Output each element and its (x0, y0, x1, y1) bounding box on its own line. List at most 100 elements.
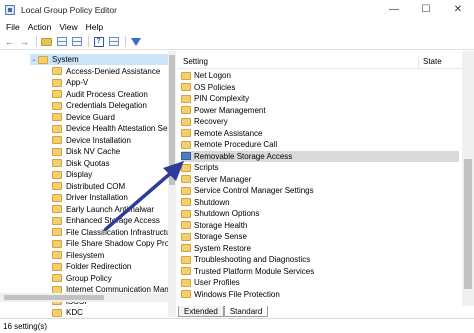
menu-file[interactable]: File (4, 22, 26, 32)
list-item[interactable]: Server Manager (181, 174, 459, 185)
back-arrow-icon[interactable]: ← (3, 35, 16, 48)
list-item[interactable]: Storage Sense (181, 231, 459, 242)
list-item[interactable]: Power Management (181, 105, 459, 116)
menu-view[interactable]: View (57, 22, 83, 32)
list-item[interactable]: Recovery (181, 116, 459, 127)
list-item[interactable]: Remote Assistance (181, 128, 459, 139)
list-vertical-scrollbar[interactable] (462, 51, 474, 306)
list-item-label: Scripts (194, 163, 219, 172)
tree-item[interactable]: Access-Denied Assistance (52, 66, 160, 77)
tree-horizontal-scrollbar[interactable] (0, 293, 168, 302)
tree-item-label: System (52, 55, 79, 64)
view-tabs: Extended Standard (178, 306, 269, 317)
list-item[interactable]: Scripts (181, 162, 459, 173)
folder-icon (52, 182, 62, 190)
tree-item[interactable]: File Classification Infrastructur (52, 227, 173, 238)
scrollbar-thumb[interactable] (4, 295, 104, 300)
tab-standard[interactable]: Standard (223, 306, 269, 317)
list-item[interactable]: Windows File Protection (181, 289, 459, 300)
folder-icon (52, 262, 62, 271)
list-item[interactable]: Shutdown (181, 197, 459, 208)
folder-icon (181, 129, 191, 137)
tree-item[interactable]: App-V (52, 77, 88, 88)
filter-button[interactable] (129, 35, 142, 48)
tab-extended[interactable]: Extended (178, 306, 224, 317)
folder-icon (181, 255, 191, 264)
folder-icon (52, 67, 62, 75)
policy-setting-icon (181, 152, 191, 160)
properties-button[interactable] (107, 35, 120, 48)
status-bar: 16 setting(s) (0, 318, 474, 333)
tree-item[interactable]: Driver Installation (52, 192, 128, 203)
list-item-label: Storage Health (194, 220, 248, 230)
tree-item[interactable]: Credentials Delegation (52, 100, 147, 111)
list-item-label: Windows File Protection (194, 289, 280, 299)
list-item[interactable]: PIN Complexity (181, 93, 459, 104)
list-item[interactable]: Troubleshooting and Diagnostics (181, 254, 459, 265)
tree-item[interactable]: Audit Process Creation (52, 89, 148, 100)
up-folder-button[interactable] (40, 35, 53, 48)
menu-help[interactable]: Help (84, 22, 109, 32)
list-item[interactable]: Service Control Manager Settings (181, 185, 459, 196)
help-button[interactable]: ? (92, 35, 105, 48)
tree-item[interactable]: Group Policy (52, 273, 112, 284)
tree-item[interactable]: Filesystem (52, 250, 104, 261)
tree-item[interactable]: KDC (52, 307, 83, 317)
list-item-label: Recovery (194, 117, 228, 126)
list-item-selected[interactable]: Removable Storage Access (181, 150, 459, 162)
list-item-label: Remote Assistance (194, 128, 263, 138)
list-item[interactable]: System Restore (181, 243, 459, 254)
column-header-state[interactable]: State (419, 57, 442, 66)
list-item[interactable]: Remote Procedure Call (181, 139, 459, 150)
list-item-label: Net Logon (194, 71, 231, 80)
list-item[interactable]: OS Policies (181, 82, 459, 93)
forward-arrow-icon[interactable]: → (18, 35, 31, 48)
settings-list: Setting State Net Logon OS Policies PIN … (178, 51, 474, 306)
tree-item[interactable]: Enhanced Storage Access (52, 215, 160, 226)
maximize-button[interactable]: ☐ (410, 0, 442, 19)
list-item-label: Server Manager (194, 174, 252, 184)
menu-action[interactable]: Action (26, 22, 58, 32)
chevron-down-icon[interactable]: ⌄ (30, 56, 38, 63)
folder-icon (181, 117, 191, 126)
tree-item[interactable]: Disk NV Cache (52, 146, 120, 157)
tree-item[interactable]: Device Guard (52, 112, 115, 123)
tree-item[interactable]: Folder Redirection (52, 261, 131, 272)
minimize-button[interactable]: — (378, 0, 410, 19)
list-item[interactable]: Storage Health (181, 220, 459, 231)
tree-vertical-scrollbar[interactable] (168, 51, 176, 317)
tree-item[interactable]: Device Health Attestation Servi (52, 123, 175, 134)
close-button[interactable]: ✕ (442, 0, 474, 19)
tree-item[interactable]: Display (52, 169, 92, 180)
list-item[interactable]: Net Logon (181, 70, 459, 81)
scrollbar-thumb[interactable] (169, 55, 175, 185)
folder-icon (181, 94, 191, 103)
folder-icon (181, 267, 191, 275)
tree-item-label: Filesystem (66, 250, 105, 260)
tree-item[interactable]: Early Launch Antimalwar (52, 204, 154, 215)
tree-item[interactable]: Distributed COM (52, 181, 125, 192)
tree-item-label: Disk NV Cache (66, 147, 121, 156)
console-tree: ⌄ System Access-Denied Assistance App-V … (0, 51, 176, 317)
scrollbar-thumb[interactable] (464, 159, 472, 289)
list-item-label: Troubleshooting and Diagnostics (194, 255, 311, 264)
title-bar: Local Group Policy Editor — ☐ ✕ (0, 0, 474, 19)
list-item-label: Shutdown Options (194, 209, 260, 218)
export-list-button[interactable] (70, 35, 83, 48)
folder-icon (181, 209, 191, 218)
list-item[interactable]: Trusted Platform Module Services (181, 266, 459, 277)
tree-item[interactable]: File Share Shadow Copy Provid (52, 238, 175, 249)
show-hide-tree-button[interactable] (55, 35, 68, 48)
tree-item-label: Distributed COM (66, 181, 126, 191)
list-item-label: System Restore (194, 243, 251, 253)
tree-item[interactable]: Device Installation (52, 135, 131, 146)
tree-item[interactable]: Disk Quotas (52, 158, 110, 169)
list-item[interactable]: User Profiles (181, 277, 459, 288)
folder-icon (52, 274, 62, 282)
tree-item-label: Early Launch Antimalwar (66, 204, 155, 214)
tree-item-system[interactable]: ⌄ System (30, 54, 168, 65)
list-item[interactable]: Shutdown Options (181, 208, 459, 219)
tree-item-label: Driver Installation (66, 193, 128, 202)
column-header-setting[interactable]: Setting (178, 57, 418, 66)
folder-icon (52, 147, 62, 156)
